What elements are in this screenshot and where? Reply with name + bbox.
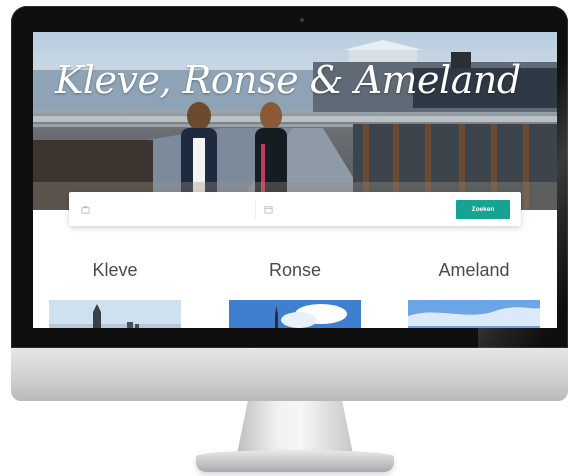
search-bar: Zoeken [69, 192, 521, 226]
suitcase-icon [81, 205, 90, 214]
camera-dot [300, 18, 304, 22]
destination-title: Ronse [268, 260, 322, 280]
destination-title: Kleve [92, 260, 138, 280]
location-input[interactable] [96, 203, 220, 215]
search-button[interactable]: Zoeken [456, 200, 510, 219]
destination-image-kleve[interactable] [49, 300, 181, 328]
destination-title: Ameland [438, 260, 510, 280]
monitor-stand-base [196, 450, 394, 472]
hero-banner: Kleve, Ronse & Ameland [33, 32, 557, 210]
screen: Kleve, Ronse & Ameland Zoeken Kleve Rons… [33, 32, 557, 328]
monitor-mockup: Kleve, Ronse & Ameland Zoeken Kleve Rons… [0, 0, 568, 476]
destination-image-ameland[interactable] [408, 300, 540, 328]
hero-title: Kleve, Ronse & Ameland [55, 58, 521, 102]
destinations-section: Kleve Ronse Ameland [33, 258, 557, 328]
monitor-chin [11, 348, 568, 401]
calendar-icon [264, 205, 273, 214]
date-input[interactable] [279, 203, 403, 215]
date-field[interactable] [255, 199, 424, 219]
destination-card-kleve[interactable]: Kleve [49, 258, 181, 328]
location-field[interactable] [81, 199, 241, 219]
destination-card-ameland[interactable]: Ameland [408, 258, 540, 328]
destination-card-ronse[interactable]: Ronse [229, 258, 361, 328]
destination-image-ronse[interactable] [229, 300, 361, 328]
